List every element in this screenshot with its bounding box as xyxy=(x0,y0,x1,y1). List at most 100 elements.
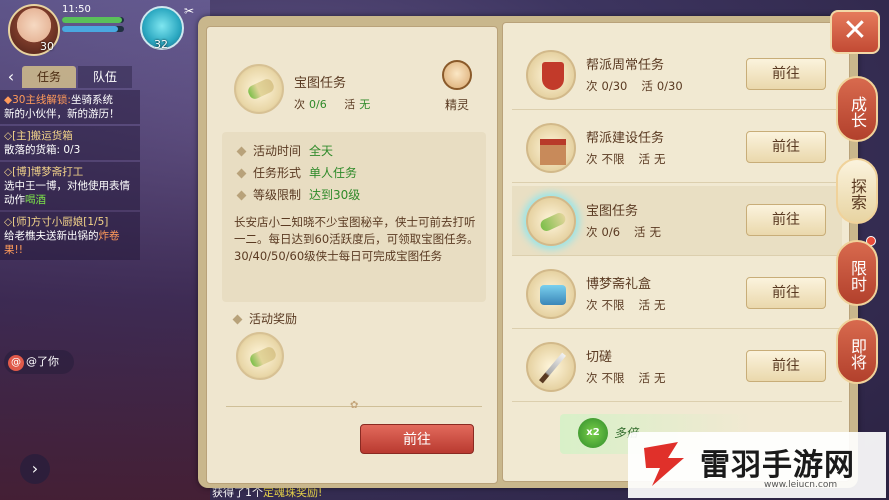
task-title: 坐骑系统 xyxy=(70,94,113,106)
count-label: 次 xyxy=(586,371,598,385)
count-label: 次 xyxy=(586,298,598,312)
task-item[interactable]: ◇[师]方寸小厨娘[1/5] 给老樵夫送新出锅的炸卷果!! xyxy=(0,212,140,260)
close-button[interactable]: ✕ xyxy=(830,10,880,54)
info-row: 任务形式 单人任务 xyxy=(236,164,357,181)
info-key: 任务形式 xyxy=(253,166,302,180)
player-level: 30 xyxy=(40,40,54,53)
active-value: 无 xyxy=(654,152,666,166)
treasure-scroll-icon xyxy=(234,64,284,114)
list-item-stats: 次不限活无 xyxy=(586,151,680,167)
list-item-title: 宝图任务 xyxy=(586,204,639,219)
count-value: 0/30 xyxy=(601,79,628,93)
hp-bar xyxy=(62,17,124,23)
at-icon: @ xyxy=(8,355,24,371)
task-item[interactable]: ◆30主线解锁:坐骑系统 新的小伙伴，新的游历！ xyxy=(0,90,140,124)
count-value: 不限 xyxy=(601,371,625,385)
list-item[interactable]: 博梦斋礼盒 次不限活无 前往 xyxy=(512,259,842,329)
count-value: 0/6 xyxy=(309,98,327,111)
info-key: 等级限制 xyxy=(253,188,302,202)
expand-chevron-icon[interactable]: › xyxy=(20,454,50,484)
active-value: 无 xyxy=(654,298,666,312)
side-tab-explore[interactable]: 探索 xyxy=(836,158,878,224)
task-item[interactable]: ◇[博]博梦斋打工 选中王一博，对他使用表情动作喝酒 xyxy=(0,162,140,210)
task-prefix: ◇[主] xyxy=(4,130,31,142)
detail-description: 长安店小二知晓不少宝图秘辛，侠士可前去打听一二。每日达到60活跃度后，可领取宝图… xyxy=(234,215,479,263)
list-item[interactable]: 帮派建设任务 次不限活无 前往 xyxy=(512,113,842,183)
active-label: 活 xyxy=(344,98,356,111)
active-label: 活 xyxy=(641,79,653,93)
active-value: 无 xyxy=(654,371,666,385)
reward-label-text: 活动奖励 xyxy=(249,312,298,326)
info-key: 活动时间 xyxy=(253,144,302,158)
gift-chest-icon xyxy=(526,269,576,319)
bullet-diamond-icon xyxy=(236,146,247,157)
sprite-face-icon xyxy=(442,60,472,90)
reward-label: 活动奖励 xyxy=(232,310,298,327)
count-label: 次 xyxy=(586,79,598,93)
list-item-title: 帮派周常任务 xyxy=(586,58,665,73)
task-title: 搬运货箱 xyxy=(30,130,73,142)
active-value: 无 xyxy=(649,225,662,239)
sword-icon xyxy=(526,342,576,392)
side-tab-growth[interactable]: 成长 xyxy=(836,76,878,142)
detail-stats: 次 0/6 活无 xyxy=(294,96,384,112)
bullet-diamond-icon xyxy=(236,190,247,201)
list-item-stats: 次 0/6 活无 xyxy=(586,224,675,240)
list-item[interactable]: 帮派周常任务 次 0/30 活 0/30 前往 xyxy=(512,40,842,110)
goto-button[interactable]: 前往 xyxy=(746,131,826,163)
side-tab-limited[interactable]: 限时 xyxy=(836,240,878,306)
sprite-label: 精灵 xyxy=(444,98,469,112)
list-item-title: 帮派建设任务 xyxy=(586,131,665,146)
list-item-stats: 次不限活无 xyxy=(586,297,680,313)
task-title: 方寸小厨娘[1/5] xyxy=(30,216,109,228)
task-body: 给老樵夫送新出锅的 xyxy=(4,230,99,242)
watermark-url: www.leiucn.com xyxy=(764,480,838,490)
count-value: 不限 xyxy=(601,298,625,312)
active-label: 活 xyxy=(638,298,651,312)
active-value: 无 xyxy=(359,98,371,111)
task-team-tabs: ‹ 任务 队伍 xyxy=(0,66,132,88)
info-row: 等级限制 达到30级 xyxy=(236,186,360,203)
goto-button[interactable]: 前往 xyxy=(746,58,826,90)
list-item[interactable]: 切磋 次不限活无 前往 xyxy=(512,332,842,402)
list-item[interactable]: 宝图任务 次 0/6 活无 前往 xyxy=(512,186,842,256)
multiplier-badge-icon[interactable]: x2 xyxy=(578,418,608,448)
side-tab-upcoming[interactable]: 即将 xyxy=(836,318,878,384)
goto-button[interactable]: 前往 xyxy=(360,424,474,454)
pet-level: 32 xyxy=(154,38,168,51)
task-prefix: ◇[师] xyxy=(4,216,31,228)
divider-ornament: ✿ xyxy=(350,400,359,411)
goto-button[interactable]: 前往 xyxy=(746,204,826,236)
bullet-diamond-icon xyxy=(236,168,247,179)
watermark-logo-icon xyxy=(644,442,684,486)
guild-house-icon xyxy=(526,123,576,173)
active-label: 活 xyxy=(634,225,646,239)
goto-button[interactable]: 前往 xyxy=(746,277,826,309)
chat-mention[interactable]: @ @了你 xyxy=(4,350,74,374)
tab-task[interactable]: 任务 xyxy=(22,66,76,88)
count-label: 次 xyxy=(586,225,598,239)
active-label: 活 xyxy=(638,152,651,166)
pet-swap-icon[interactable]: ✂ xyxy=(184,4,194,18)
list-item-title: 博梦斋礼盒 xyxy=(586,277,652,292)
info-row: 活动时间 全天 xyxy=(236,142,333,159)
list-item-stats: 次不限活无 xyxy=(586,370,680,386)
guild-flag-icon xyxy=(526,50,576,100)
count-label: 次 xyxy=(294,98,305,111)
active-label: 活 xyxy=(638,371,651,385)
sprite-button[interactable]: 精灵 xyxy=(432,60,482,120)
detail-title: 宝图任务 xyxy=(294,76,347,91)
task-title: 博梦斋打工 xyxy=(30,166,84,178)
task-item[interactable]: ◇[主]搬运货箱 散落的货箱: 0/3 xyxy=(0,126,140,160)
reward-scroll-icon[interactable] xyxy=(236,332,284,380)
list-item-stats: 次 0/30 活 0/30 xyxy=(586,78,697,94)
watermark-text: 雷羽手游网 xyxy=(700,448,855,483)
count-value: 不限 xyxy=(601,152,625,166)
collapse-chevron-icon[interactable]: ‹ xyxy=(2,66,20,88)
mp-bar xyxy=(62,26,124,32)
task-prefix: ◆30主线解锁: xyxy=(4,94,71,106)
goto-button[interactable]: 前往 xyxy=(746,350,826,382)
tab-team[interactable]: 队伍 xyxy=(78,66,132,88)
active-value: 0/30 xyxy=(656,79,683,93)
count-value: 0/6 xyxy=(601,225,621,239)
